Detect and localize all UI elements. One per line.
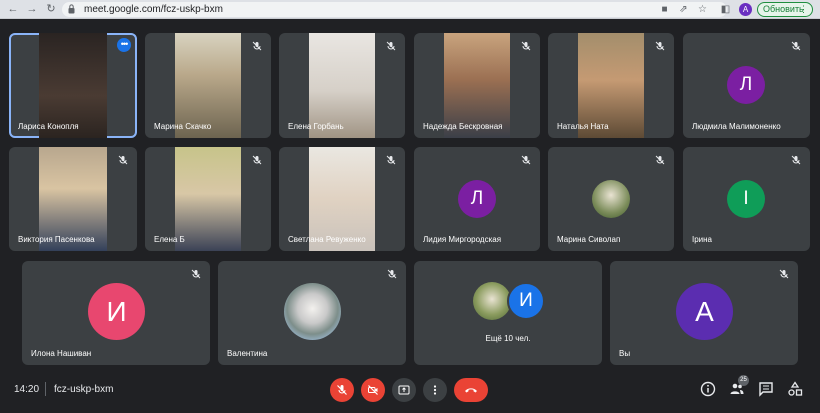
participant-name: Елена Горбань	[288, 122, 344, 131]
chat-icon[interactable]	[758, 381, 774, 397]
mic-off-icon	[521, 41, 531, 51]
mic-toggle-button[interactable]	[330, 378, 354, 402]
participant-tile[interactable]: Л Лидия Миргородская	[414, 147, 540, 251]
profile-avatar[interactable]: A	[739, 3, 752, 16]
participant-tile[interactable]: Наталья Ната	[548, 33, 674, 138]
participant-name: Надежда Бескровная	[423, 122, 503, 131]
camera-indicator-icon[interactable]: ■	[658, 3, 671, 16]
participant-tile[interactable]: Марина Скачко	[145, 33, 271, 138]
participant-tile[interactable]: Надежда Бескровная	[414, 33, 540, 138]
mic-off-icon	[655, 155, 665, 165]
address-bar[interactable]: meet.google.com/fcz-uskp-bxm ■ ⇗ ☆	[62, 2, 727, 17]
self-avatar: A	[676, 283, 733, 340]
more-options-button[interactable]	[423, 378, 447, 402]
present-icon	[398, 385, 410, 395]
url-text: meet.google.com/fcz-uskp-bxm	[84, 4, 223, 15]
participant-name: Елена Б	[154, 235, 185, 244]
participant-name: Ірина	[692, 235, 713, 244]
reload-icon[interactable]: ↻	[44, 2, 58, 16]
share-icon[interactable]: ⇗	[677, 3, 690, 16]
more-vert-icon: ⋮	[799, 4, 808, 14]
participant-tile[interactable]: Валентина	[218, 261, 406, 365]
mic-off-icon	[252, 41, 262, 51]
participant-name: Наталья Ната	[557, 122, 609, 131]
participant-tile[interactable]: И Илона Нашиван	[22, 261, 210, 365]
participant-avatar: Л	[458, 180, 496, 218]
camera-toggle-button[interactable]	[361, 378, 385, 402]
mic-off-icon	[337, 385, 347, 395]
present-screen-button[interactable]	[392, 378, 416, 402]
participant-video	[175, 147, 241, 251]
mic-off-icon	[252, 155, 262, 165]
sidebar-icon[interactable]: ◧	[719, 3, 732, 16]
participant-tile[interactable]: Марина Сиволап	[548, 147, 674, 251]
participant-tile[interactable]: Л Людмила Малимоненко	[683, 33, 810, 138]
participant-tile[interactable]: Елена Б	[145, 147, 271, 251]
clock: 14:20	[14, 384, 40, 395]
participant-photo	[284, 283, 341, 340]
participant-name: Людмила Малимоненко	[692, 122, 781, 131]
more-options-icon[interactable]: •••	[117, 38, 131, 52]
participant-name: Лариса Конопля	[18, 122, 79, 131]
meeting-controls-bar: 14:20 fcz-uskp-bxm 25	[0, 368, 820, 413]
meeting-code: fcz-uskp-bxm	[54, 384, 114, 395]
divider	[45, 382, 46, 396]
participant-name: Валентина	[227, 349, 268, 358]
more-participants-tile[interactable]: И Ещё 10 чел.	[414, 261, 602, 365]
participant-name: Илона Нашиван	[31, 349, 92, 358]
leave-call-button[interactable]	[454, 378, 488, 402]
self-tile[interactable]: A Вы	[610, 261, 798, 365]
mic-off-icon	[387, 269, 397, 279]
mic-off-icon	[791, 41, 801, 51]
participant-avatar: И	[507, 282, 545, 320]
camera-off-icon	[368, 385, 378, 395]
participant-name: Вы	[619, 349, 631, 358]
lock-icon	[68, 4, 75, 14]
participant-name: Светлана Ревуженко	[288, 235, 366, 244]
browser-toolbar: ← → ↻ meet.google.com/fcz-uskp-bxm ■ ⇗ ☆…	[0, 0, 820, 19]
mic-off-icon	[118, 155, 128, 165]
back-icon[interactable]: ←	[6, 2, 20, 16]
participant-name: Виктория Пасенкова	[18, 235, 95, 244]
participant-tile[interactable]: Светлана Ревуженко	[279, 147, 405, 251]
more-participants-label: Ещё 10 чел.	[485, 334, 531, 343]
hang-up-icon	[465, 388, 477, 393]
participant-tile[interactable]: ••• Лариса Конопля	[9, 33, 137, 138]
participant-photo	[473, 282, 511, 320]
participant-avatar: И	[88, 283, 145, 340]
update-button-label: Обновить	[763, 4, 804, 14]
participant-name: Лидия Миргородская	[423, 235, 502, 244]
mic-off-icon	[191, 269, 201, 279]
more-vert-icon	[433, 385, 437, 395]
forward-icon[interactable]: →	[25, 2, 39, 16]
update-button[interactable]: Обновить ⋮	[757, 2, 813, 17]
mic-off-icon	[791, 155, 801, 165]
participant-name: Марина Скачко	[154, 122, 212, 131]
mic-off-icon	[521, 155, 531, 165]
participant-avatar: І	[727, 180, 765, 218]
mic-off-icon	[655, 41, 665, 51]
participant-photo	[592, 180, 630, 218]
participant-avatar: Л	[727, 66, 765, 104]
participant-name: Марина Сиволап	[557, 235, 621, 244]
mic-off-icon	[386, 41, 396, 51]
people-icon[interactable]	[729, 381, 745, 397]
participant-tile[interactable]: Виктория Пасенкова	[9, 147, 137, 251]
activities-icon[interactable]	[787, 381, 803, 397]
bookmark-star-icon[interactable]: ☆	[696, 3, 709, 16]
participant-tile[interactable]: І Ірина	[683, 147, 810, 251]
mic-off-icon	[386, 155, 396, 165]
info-icon[interactable]	[700, 381, 716, 397]
mic-off-icon	[779, 269, 789, 279]
participant-tile[interactable]: Елена Горбань	[279, 33, 405, 138]
